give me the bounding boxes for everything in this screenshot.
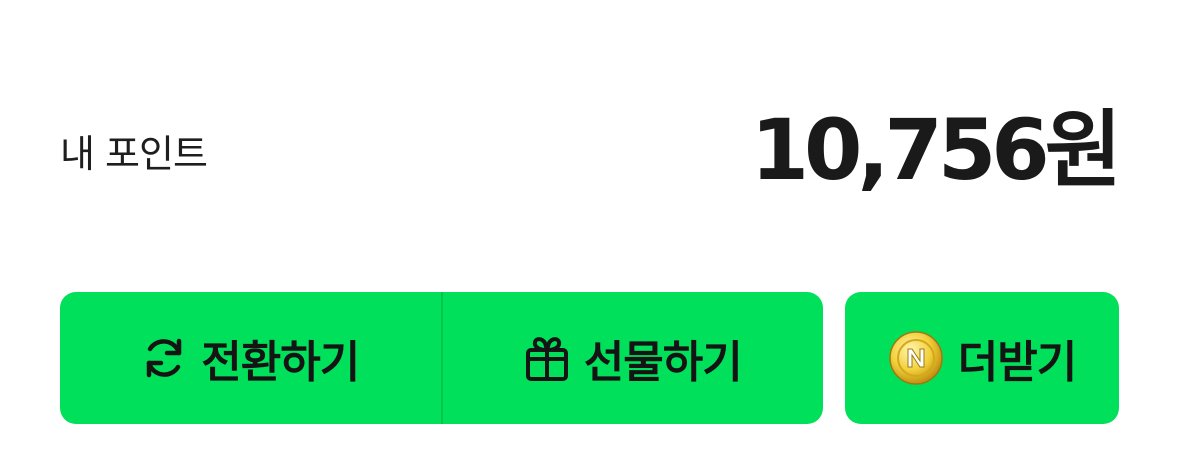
convert-gift-button-group: 전환하기 선물하기 — [60, 292, 823, 424]
convert-button[interactable]: 전환하기 — [60, 292, 441, 424]
earn-more-button[interactable]: 더받기 — [845, 292, 1119, 424]
points-label: 내 포인트 — [60, 131, 208, 176]
convert-button-label: 전환하기 — [201, 337, 360, 388]
refresh-icon — [141, 335, 187, 381]
points-balance: 10,756원 — [750, 101, 1122, 199]
n-coin-icon — [888, 330, 944, 386]
points-actions: 전환하기 선물하기 더받기 — [60, 292, 1119, 424]
points-summary: 내 포인트 10,756원 — [60, 100, 1122, 200]
earn-more-button-label: 더받기 — [957, 337, 1077, 388]
gift-button-label: 선물하기 — [583, 337, 743, 388]
gift-icon — [524, 334, 570, 382]
gift-button[interactable]: 선물하기 — [440, 292, 824, 424]
